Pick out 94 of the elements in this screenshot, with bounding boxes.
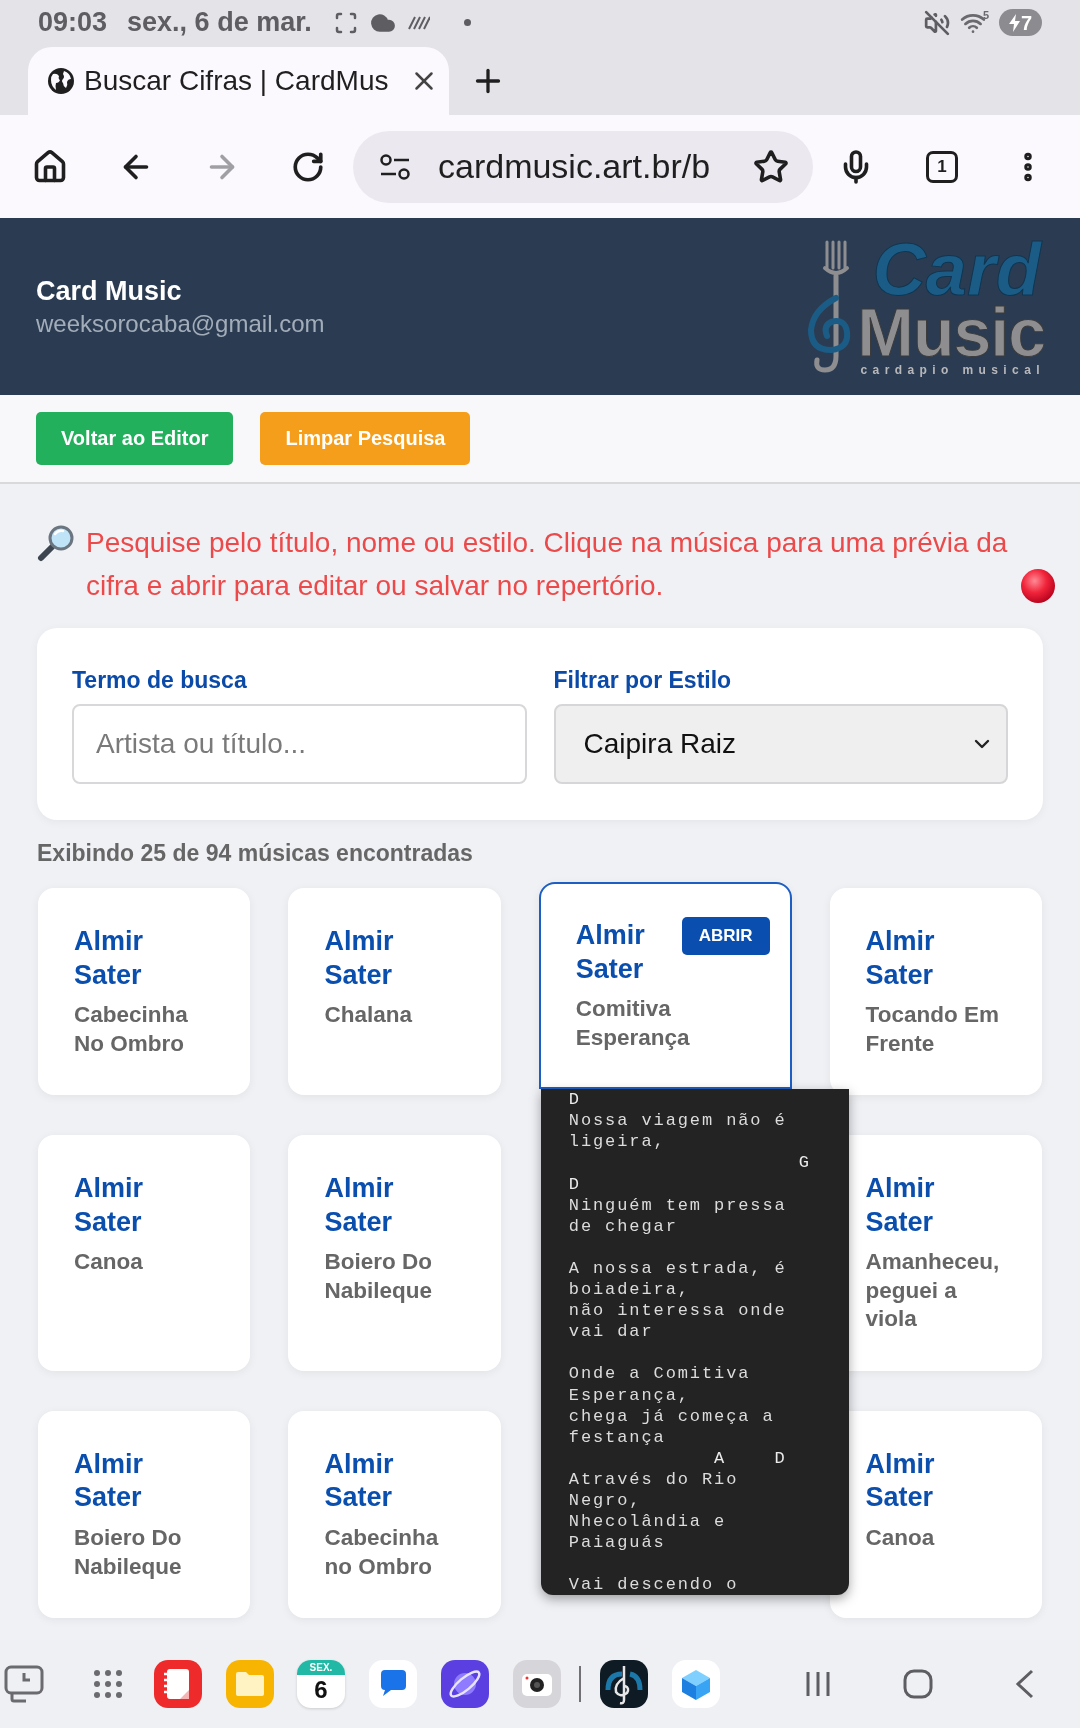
site-settings-icon[interactable] [380, 153, 410, 180]
song-title: Canoa [865, 1523, 936, 1552]
lyric-line: Onde a Comitiva [568, 1364, 751, 1384]
lyric-line: chega já começa a [568, 1406, 775, 1426]
song-title: Amanheceu, peguei a viola [865, 1248, 1001, 1334]
lyric-line: Vai descendo o [568, 1575, 739, 1595]
planet-app-icon[interactable] [441, 1660, 489, 1708]
chord-line: A D [714, 1448, 787, 1468]
hatch-icon [407, 15, 430, 30]
song-card[interactable]: Almir Sater Canoa [38, 1135, 251, 1371]
chat-bubble-icon[interactable] [369, 1660, 417, 1708]
song-card[interactable]: Almir Sater Canoa [829, 1410, 1042, 1619]
search-field[interactable]: Artista ou título... [72, 704, 527, 784]
chord-line: G [798, 1153, 811, 1173]
box-app-icon[interactable] [672, 1660, 720, 1708]
lyric-line: Através do Rio [568, 1469, 739, 1489]
logo-tagline: cardapio musical [860, 361, 1045, 378]
status-time: 09:03 [38, 7, 108, 38]
address-bar[interactable]: cardmusic.art.br/b [353, 130, 813, 203]
monitor-clock-icon[interactable] [4, 1665, 44, 1703]
artist-name: Almir Sater [324, 925, 395, 992]
song-title: Chalana [324, 1001, 414, 1029]
screenshot-frame-icon [333, 10, 358, 35]
lyric-line: não interessa onde [568, 1301, 787, 1321]
lyric-line: de chegar [568, 1216, 678, 1236]
app-title: Card Music [36, 274, 183, 307]
lyric-line: festança [568, 1427, 666, 1447]
battery-indicator: 7 [999, 9, 1042, 36]
song-card[interactable]: Almir Sater Cabecinha No Ombro [38, 888, 251, 1096]
mute-icon [923, 9, 950, 36]
chord-line: D [568, 1174, 581, 1194]
star-icon[interactable] [753, 148, 789, 185]
lyric-line: A nossa estrada, é [568, 1258, 787, 1278]
chord-line: D [568, 1090, 581, 1110]
lyric-line: Negro, [568, 1490, 642, 1510]
artist-name: Almir Sater [865, 925, 936, 992]
lyric-line: Ninguém tem pressa [568, 1195, 787, 1215]
song-title: Cabecinha no Ombro [324, 1523, 440, 1581]
status-date: sex., 6 de mar. [127, 7, 312, 38]
user-email: weeksorocaba@gmail.com [36, 308, 325, 339]
lyric-line: Paiaguás [568, 1533, 666, 1553]
lyric-line: vai dar [568, 1322, 654, 1342]
logo-word: Music [857, 303, 1045, 360]
song-title: Boiero Do Nabileque [74, 1523, 183, 1581]
recents-icon[interactable] [805, 1670, 831, 1698]
song-card[interactable]: Almir Sater Boiero Do Nabileque [38, 1410, 251, 1619]
lyric-line: Esperança, [568, 1385, 690, 1405]
artist-name: Almir Sater [865, 1172, 936, 1239]
song-title: Comitiva Esperança [575, 995, 691, 1052]
calendar-app-icon[interactable]: SEX. 6 [297, 1660, 345, 1708]
song-card[interactable]: Almir Sater Chalana [288, 888, 501, 1096]
lyric-line: boiadeira, [568, 1280, 690, 1300]
hint-text: Pesquise pelo título, nome ou estilo. Clique na música para uma prévia da cifra e abrir para editar ou salvar no repertório. [86, 526, 1009, 603]
tab-count-button[interactable]: 1 [926, 150, 958, 183]
magnifier-icon [37, 523, 75, 562]
song-card[interactable]: Almir Sater Tocando Em Frente [829, 888, 1042, 1096]
calendar-day: 6 [314, 1675, 328, 1705]
lyric-line: Nossa viagem não é [568, 1111, 787, 1131]
home-nav-icon[interactable] [903, 1669, 933, 1699]
artist-name: Almir Sater [74, 1172, 145, 1239]
browser-tab[interactable]: Buscar Cifras | CardMus [28, 47, 449, 115]
artist-name: Almir Sater [575, 919, 646, 986]
style-select[interactable]: Caipira Raiz [553, 704, 1008, 784]
song-card[interactable]: Almir Sater ABRIR Comitiva Esperança [538, 882, 792, 1090]
open-button[interactable]: ABRIR [681, 917, 770, 955]
artist-name: Almir Sater [74, 1447, 145, 1515]
lyric-line: Nhecolândia e [568, 1512, 727, 1532]
notebook-app-icon[interactable] [154, 1660, 202, 1708]
app-grid-icon[interactable] [94, 1670, 122, 1698]
artist-name: Almir Sater [324, 1172, 395, 1239]
song-title: Boiero Do Nabileque [324, 1248, 433, 1305]
bolt-icon [1008, 13, 1020, 32]
back-icon[interactable] [1015, 1669, 1035, 1699]
song-title: Cabecinha No Ombro [74, 1001, 189, 1058]
globe-icon [48, 68, 74, 94]
clef-app-icon[interactable] [600, 1660, 648, 1708]
home-icon[interactable] [32, 148, 68, 185]
song-card[interactable]: Almir Sater Boiero Do Nabileque [288, 1135, 501, 1371]
wifi-standard-label: 5 [982, 9, 989, 21]
artist-name: Almir Sater [865, 1447, 936, 1515]
lyric-line: ligeira, [568, 1132, 666, 1152]
camera-app-icon[interactable] [513, 1660, 561, 1708]
song-title: Tocando Em Frente [865, 1001, 1000, 1058]
field-label: Filtrar por Estilo [553, 666, 733, 694]
artist-name: Almir Sater [324, 1447, 395, 1515]
song-card[interactable]: Almir Sater Cabecinha no Ombro [288, 1410, 501, 1619]
dot-icon [463, 19, 471, 26]
dot-icon [1021, 568, 1055, 603]
calendar-weekday: SEX. [297, 1660, 345, 1675]
song-title: Canoa [74, 1248, 144, 1277]
field-label: Termo de busca [72, 666, 248, 694]
reload-icon[interactable] [291, 149, 325, 184]
result-count: Exibindo 25 de 94 músicas encontradas [37, 839, 474, 867]
artist-name: Almir Sater [74, 925, 145, 992]
